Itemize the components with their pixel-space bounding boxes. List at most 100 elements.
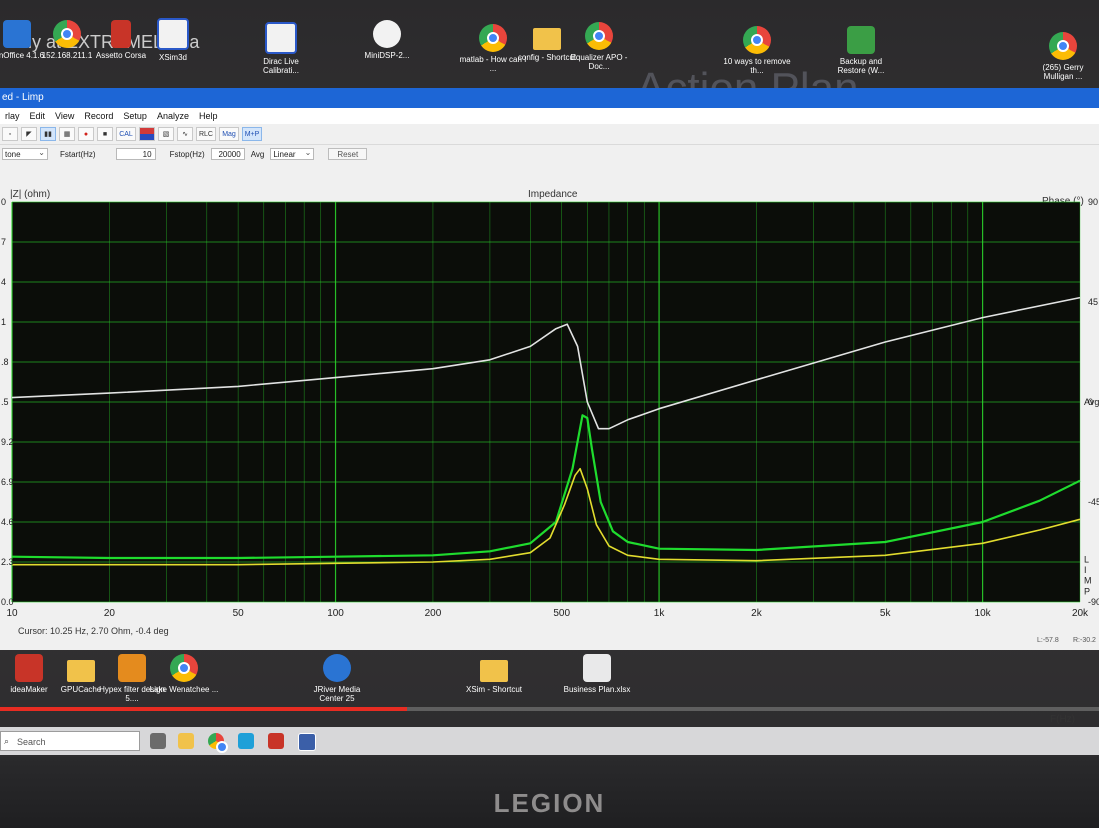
side-label: L <box>1084 554 1089 564</box>
y-tick-label: 2.3 <box>1 557 14 567</box>
x-tick-label: 5k <box>880 608 892 619</box>
openoffice-icon <box>3 20 31 48</box>
y-tick-label: 9.2 <box>1 437 14 447</box>
fstop-input[interactable]: 20000 <box>210 148 245 160</box>
laptop-bezel: LEGION <box>0 757 1099 828</box>
desktop-icon-xsim-shortcut[interactable]: XSim - Shortcut <box>459 654 529 694</box>
desktop-icon-10-ways[interactable]: 10 ways to remove th... <box>722 26 792 75</box>
taskbar: Search ⌕ <box>0 727 1099 755</box>
grid-icon[interactable]: ▦ <box>59 127 75 141</box>
record-icon[interactable]: ● <box>78 127 94 141</box>
excel-icon <box>583 654 611 682</box>
chrome-icon[interactable] <box>208 733 228 753</box>
desktop-icon-backup-restore[interactable]: Backup and Restore (W... <box>826 26 896 75</box>
x-tick-label: 1k <box>654 608 666 619</box>
y-tick-label: .8 <box>1 357 9 367</box>
x-tick-label: 200 <box>425 608 442 619</box>
x-tick-label: 10k <box>975 608 992 619</box>
cal-button[interactable]: CAL <box>116 127 136 141</box>
x-tick-label: 2k <box>751 608 763 619</box>
menu-record[interactable]: Record <box>79 108 118 124</box>
menu-overlay[interactable]: rlay <box>0 108 25 124</box>
menu-help[interactable]: Help <box>194 108 223 124</box>
fstart-label: Fstart(Hz) <box>60 149 96 159</box>
limp-taskbar-icon[interactable] <box>298 733 316 751</box>
window-titlebar[interactable]: ed - Limp <box>0 88 1099 108</box>
stop-icon[interactable]: ■ <box>97 127 113 141</box>
desktop-icon-gerry-mulligan[interactable]: (265) Gerry Mulligan ... <box>1028 32 1098 81</box>
menu-bar: rlay Edit View Record Setup Analyze Help <box>0 108 1099 124</box>
app-icon[interactable] <box>268 733 284 749</box>
x-axis-label: F(Hz) <box>1050 714 1075 725</box>
desktop-icon-jriver[interactable]: JRiver Media Center 25 <box>302 654 372 703</box>
chrome-icon <box>479 24 507 52</box>
fstop-label: Fstop(Hz) <box>169 149 205 159</box>
color-icon[interactable] <box>139 127 155 141</box>
jriver-icon <box>323 654 351 682</box>
search-icon: ⌕ <box>4 736 10 746</box>
x-tick-label: 20 <box>104 608 116 619</box>
open-icon[interactable]: ▫ <box>2 127 18 141</box>
video-progress-bar[interactable] <box>0 707 1099 711</box>
toolbar: ▫ ◤ ▮▮ ▦ ● ■ CAL ▧ ∿ RLC Mag M+P <box>0 124 1099 145</box>
minidsp-icon <box>373 20 401 48</box>
rlc-button[interactable]: RLC <box>196 127 216 141</box>
y2-tick-label: 90 <box>1088 197 1098 207</box>
signal-select[interactable]: tone <box>2 147 48 160</box>
hypex-icon <box>118 654 146 682</box>
wave-icon[interactable]: ∿ <box>177 127 193 141</box>
chart-plot[interactable]: 10 20 50 100 200 500 1k 2k 5k 10k 20k0.02.34.66.99… <box>0 182 1099 632</box>
y-tick-label: 0 <box>1 197 6 207</box>
menu-setup[interactable]: Setup <box>118 108 152 124</box>
chrome-icon <box>743 26 771 54</box>
side-label: Avg <box>1084 397 1099 407</box>
folder-icon <box>480 660 508 682</box>
desktop-icon-dirac-live[interactable]: Dirac Live Calibrati... <box>246 22 316 75</box>
avg-label: Avg <box>250 149 265 159</box>
mag-button[interactable]: Mag <box>219 127 239 141</box>
y-tick-label: 6.9 <box>1 477 14 487</box>
pause-icon[interactable]: ▮▮ <box>40 127 56 141</box>
y-tick-label: 1 <box>1 317 6 327</box>
chrome-icon <box>1049 32 1077 60</box>
desktop-icon-xsim3d[interactable]: XSim3d <box>138 18 208 62</box>
desktop-screen: elly at EXTREMELY Fa Action Plan penOffi… <box>0 0 1099 757</box>
taskbar-search[interactable]: Search <box>0 731 140 751</box>
desktop-icon-equalizer-apo[interactable]: Equalizer APO - Doc... <box>564 22 634 71</box>
avg-select[interactable]: Linear <box>270 147 315 160</box>
y-tick-label: 4.6 <box>1 517 14 527</box>
side-label: M <box>1084 576 1092 586</box>
menu-view[interactable]: View <box>50 108 79 124</box>
mag-phase-button[interactable]: M+P <box>242 127 262 141</box>
file-explorer-icon[interactable] <box>178 733 194 749</box>
cursor-icon[interactable]: ◤ <box>21 127 37 141</box>
brand-logo: LEGION <box>493 788 606 818</box>
monitor-icon[interactable] <box>238 733 254 749</box>
level-left: L:-57.8 <box>1037 637 1059 644</box>
menu-edit[interactable]: Edit <box>25 108 51 124</box>
fstart-input[interactable]: 10 <box>115 148 156 160</box>
desktop-icon-business-plan[interactable]: Business Plan.xlsx <box>562 654 632 694</box>
x-tick-label: 50 <box>233 608 245 619</box>
reset-button[interactable]: Reset <box>328 148 368 160</box>
y2-tick-label: 45 <box>1088 297 1098 307</box>
task-view-icon[interactable] <box>150 733 166 749</box>
x-tick-label: 20k <box>1072 608 1089 619</box>
y-tick-label: 0.0 <box>1 597 14 607</box>
dirac-icon <box>265 22 297 54</box>
chrome-icon <box>53 20 81 48</box>
chrome-icon <box>170 654 198 682</box>
video-progress-fill <box>0 707 407 711</box>
y-tick-label: .5 <box>1 397 9 407</box>
side-label: P <box>1084 586 1090 596</box>
pattern-icon[interactable]: ▧ <box>158 127 174 141</box>
desktop-icon-minidsp[interactable]: MiniDSP-2... <box>352 20 422 60</box>
folder-icon <box>533 28 561 50</box>
desktop-icon-lake-wenatchee[interactable]: Lake Wenatchee ... <box>149 654 219 694</box>
chrome-icon <box>585 22 613 50</box>
y-tick-label: 4 <box>1 277 6 287</box>
menu-analyze[interactable]: Analyze <box>152 108 194 124</box>
backup-icon <box>847 26 875 54</box>
x-tick-label: 100 <box>327 608 344 619</box>
level-right: R:-30.2 <box>1073 637 1096 644</box>
